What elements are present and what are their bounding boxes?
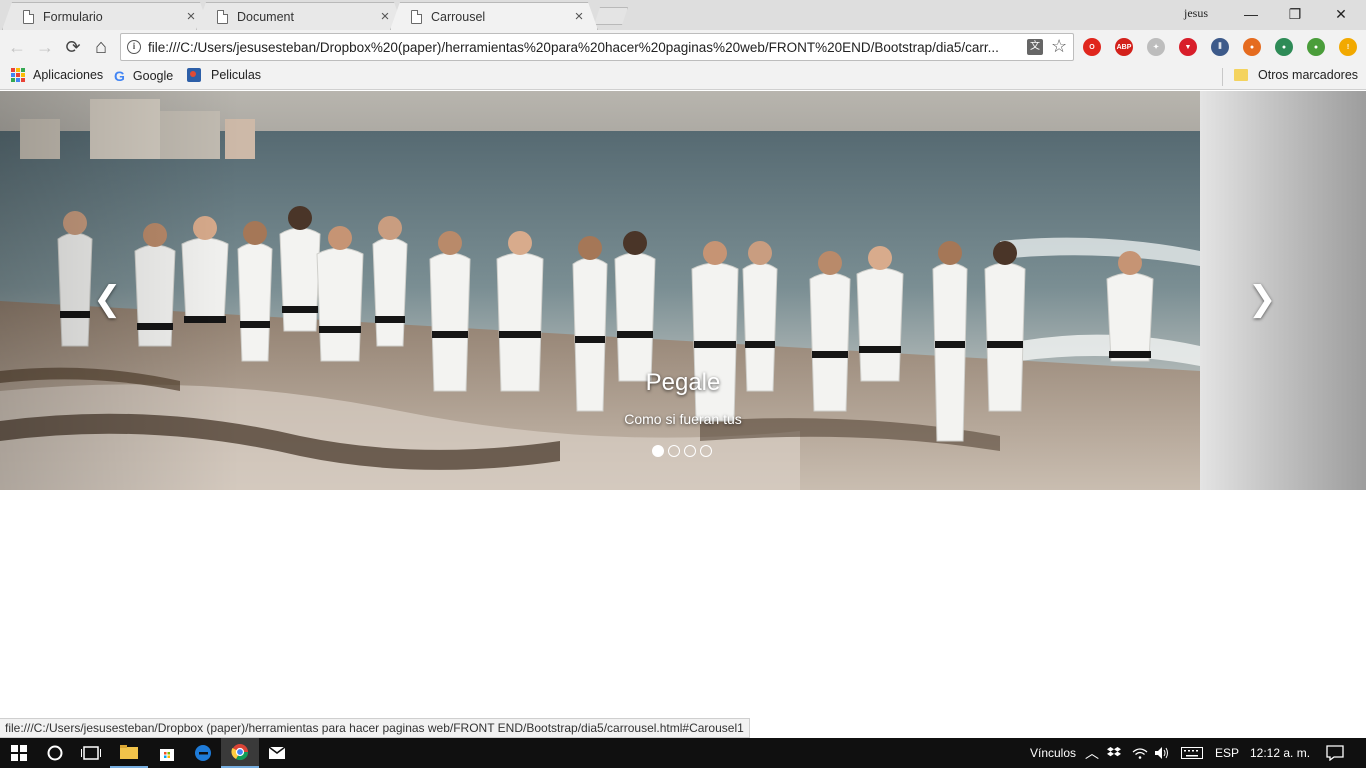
tab-formulario[interactable]: Formulario × <box>2 2 210 30</box>
home-button[interactable]: ⌂ <box>90 36 112 58</box>
carousel: ❮ ❯ Pegale Como si fueran tus <box>0 91 1366 490</box>
puzzle-extension-icon[interactable]: ✦ <box>1147 38 1165 56</box>
carousel-next-icon[interactable]: ❯ <box>1248 279 1277 319</box>
address-bar[interactable]: i file:///C:/Users/jesusesteban/Dropbox%… <box>120 33 1074 61</box>
peliculas-icon <box>187 68 201 82</box>
tab-carrousel[interactable]: Carrousel × <box>390 2 598 30</box>
opera-icon[interactable]: O <box>1083 38 1101 56</box>
cortana-icon[interactable] <box>36 738 74 768</box>
wifi-icon[interactable] <box>1128 738 1152 768</box>
windows-taskbar: Vínculos ︿ ESP 12:12 a. m. <box>0 738 1366 768</box>
carousel-caption: Pegale Como si fueran tus <box>483 369 883 427</box>
vinculos-toolbar[interactable]: Vínculos <box>1030 746 1076 760</box>
document-icon <box>411 10 422 24</box>
tab-title: Document <box>237 9 294 24</box>
new-tab-button[interactable] <box>594 7 628 25</box>
folder-icon <box>1234 69 1248 81</box>
carousel-indicator-4[interactable] <box>700 445 712 457</box>
bookmark-label: Aplicaciones <box>33 68 104 82</box>
warning-icon[interactable]: ! <box>1339 38 1357 56</box>
carousel-prev-icon[interactable]: ❮ <box>93 279 122 319</box>
keyboard-icon[interactable] <box>1178 738 1206 768</box>
tab-title: Formulario <box>43 9 103 24</box>
store-icon[interactable] <box>148 738 186 768</box>
document-icon <box>23 10 34 24</box>
bookmarks-divider <box>1222 68 1223 86</box>
apps-grid-icon <box>11 68 25 82</box>
bookmark-peliculas[interactable]: Peliculas <box>187 68 261 82</box>
caption-title: Pegale <box>645 369 721 396</box>
bookmarks-bar: Aplicaciones G Google Peliculas Otros ma… <box>0 64 1366 90</box>
firefox-icon[interactable]: ● <box>1243 38 1261 56</box>
restore-button[interactable]: ❐ <box>1272 0 1318 28</box>
translate-icon[interactable]: 文 <box>1027 39 1043 55</box>
task-view-icon[interactable] <box>72 738 110 768</box>
google-icon: G <box>114 68 125 84</box>
status-bubble: file:///C:/Users/jesusesteban/Dropbox (p… <box>0 718 750 738</box>
bookmark-aplicaciones[interactable]: Aplicaciones <box>11 68 103 82</box>
globe-icon[interactable]: ● <box>1275 38 1293 56</box>
reload-button[interactable]: ⟳ <box>62 36 84 58</box>
bookmark-label: Otros marcadores <box>1258 68 1359 82</box>
equalizer-icon[interactable]: ⫼ <box>1211 38 1229 56</box>
browser-toolbar: ← → ⟳ ⌂ i file:///C:/Users/jesusesteban/… <box>0 30 1366 64</box>
bookmark-otros-marcadores[interactable]: Otros marcadores <box>1234 68 1358 82</box>
close-window-button[interactable]: ✕ <box>1318 0 1364 28</box>
document-icon <box>217 10 228 24</box>
windows-start-icon[interactable] <box>0 738 38 768</box>
tab-close-icon[interactable]: × <box>183 8 199 25</box>
bookmark-label: Google <box>132 69 174 83</box>
file-explorer-icon[interactable] <box>110 738 148 768</box>
back-button[interactable]: ← <box>6 36 28 58</box>
url-text[interactable]: file:///C:/Users/jesusesteban/Dropbox%20… <box>148 40 1028 55</box>
tab-close-icon[interactable]: × <box>377 8 393 25</box>
chevron-up-icon[interactable]: ︿ <box>1085 743 1099 763</box>
tab-strip: Formulario × Document × Carrousel × jesu… <box>0 0 1366 30</box>
profile-name[interactable]: jesus <box>1184 6 1208 21</box>
edge-icon[interactable] <box>184 738 222 768</box>
info-icon[interactable]: i <box>127 40 141 54</box>
input-language[interactable]: ESP <box>1215 746 1239 760</box>
chrome-canary-icon[interactable]: ● <box>1307 38 1325 56</box>
forward-button[interactable]: → <box>34 36 56 58</box>
dropbox-icon[interactable] <box>1102 738 1126 768</box>
carousel-indicators <box>652 445 712 457</box>
carousel-right-shade <box>1200 91 1366 490</box>
carousel-indicator-2[interactable] <box>668 445 680 457</box>
chrome-icon[interactable] <box>221 738 259 768</box>
tab-close-icon[interactable]: × <box>571 8 587 25</box>
minimize-button[interactable]: — <box>1228 0 1274 28</box>
bookmark-label: Peliculas <box>211 68 262 82</box>
action-center-icon[interactable] <box>1316 738 1354 768</box>
adblock-plus-icon[interactable]: ABP <box>1115 38 1133 56</box>
shield-icon[interactable]: ▼ <box>1179 38 1197 56</box>
bookmark-google[interactable]: G Google <box>114 68 173 84</box>
clock[interactable]: 12:12 a. m. <box>1250 746 1310 760</box>
volume-icon[interactable] <box>1150 738 1174 768</box>
mail-icon[interactable] <box>258 738 296 768</box>
carousel-indicator-3[interactable] <box>684 445 696 457</box>
caption-text: Como si fueran tus <box>624 411 742 427</box>
carousel-indicator-1[interactable] <box>652 445 664 457</box>
tab-document[interactable]: Document × <box>196 2 404 30</box>
tab-title: Carrousel <box>431 9 486 24</box>
bookmark-star-icon[interactable]: ☆ <box>1051 36 1067 57</box>
